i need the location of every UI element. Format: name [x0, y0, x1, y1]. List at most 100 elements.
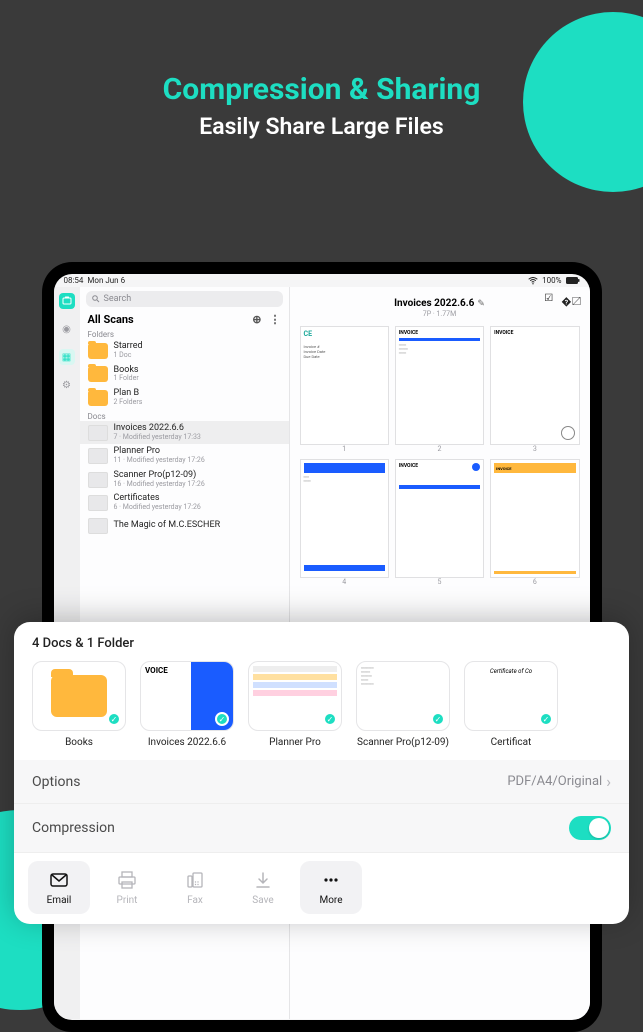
page-thumb[interactable]: INVOICE━━━━━━━━━━━━━ — [395, 326, 484, 445]
page-number: 4 — [300, 578, 389, 586]
doc-sub: 7 · Modified yesterday 17:33 — [114, 434, 201, 442]
list-item[interactable]: The Magic of M.C.ESCHER — [80, 515, 289, 537]
list-item[interactable]: Scanner Pro(p12-09)16 · Modified yesterd… — [80, 468, 289, 492]
battery-pct: 100% — [542, 276, 561, 285]
share-item-label: Scanner Pro(p12-09) — [357, 737, 449, 748]
search-placeholder: Search — [104, 294, 132, 304]
share-item-thumb: VOICE✓ — [140, 661, 234, 731]
select-icon[interactable]: ☑ — [544, 293, 553, 308]
page-number: 6 — [490, 578, 579, 586]
doc-thumb — [88, 472, 108, 488]
share-item[interactable]: ✓ Books — [32, 661, 126, 748]
doc-subtitle: 7P · 1.77M — [290, 310, 590, 318]
battery-icon — [566, 277, 580, 284]
more-icon — [320, 869, 342, 891]
share-item-thumb: ✓ — [32, 661, 126, 731]
sidebar-item-cloud[interactable]: ◉ — [59, 321, 75, 337]
doc-thumb — [88, 495, 108, 511]
list-item[interactable]: Planner Pro11 · Modified yesterday 17:26 — [80, 444, 289, 468]
action-email[interactable]: Email — [28, 861, 90, 914]
print-icon — [116, 869, 138, 891]
check-badge-icon: ✓ — [107, 712, 121, 726]
action-label: Fax — [187, 895, 203, 906]
folder-sub: 2 Folders — [114, 399, 143, 407]
folder-icon — [51, 675, 107, 717]
page-grid: CEInvoice #Invoice DateDue Date1INVOICE━… — [290, 320, 590, 592]
page-thumb[interactable]: INVOICE — [395, 459, 484, 578]
doc-title: Invoices 2022.6.6 — [394, 298, 474, 309]
share-item-thumb: Certificate of Co✓ — [464, 661, 558, 731]
search-input[interactable]: Search — [86, 291, 283, 307]
sidebar-item-scanner[interactable] — [59, 293, 75, 309]
list-item[interactable]: Certificates6 · Modified yesterday 17:26 — [80, 491, 289, 515]
decor-corner-tr — [523, 12, 643, 192]
page-number: 3 — [490, 445, 579, 453]
action-more[interactable]: More — [300, 861, 362, 914]
mail-icon — [48, 869, 70, 891]
action-save[interactable]: Save — [232, 861, 294, 914]
doc-sub: 6 · Modified yesterday 17:26 — [114, 504, 201, 512]
share-item-thumb: ━━━━━━━━━━━━━━━━━━━━━━━━━━━━━✓ — [356, 661, 450, 731]
folders-section-label: Folders — [80, 330, 289, 339]
check-badge-icon: ✓ — [539, 712, 553, 726]
folder-icon — [88, 390, 108, 406]
compression-row: Compression — [14, 803, 629, 852]
page-number: 2 — [395, 445, 484, 453]
save-icon — [252, 869, 274, 891]
action-label: More — [319, 895, 342, 906]
list-item[interactable]: Books1 Folder — [80, 363, 289, 387]
doc-thumb — [88, 448, 108, 464]
share-item-label: Planner Pro — [269, 737, 321, 748]
page-thumb[interactable]: INVOICE — [490, 326, 579, 445]
share-item[interactable]: ━━━━━━━━━━━━━━━━━━━━━━━━━━━━━✓ Scanner Pr… — [356, 661, 450, 748]
sidebar-item-settings[interactable]: ⚙ — [59, 377, 75, 393]
share-sheet: 4 Docs & 1 Folder ✓ Books VOICE✓Invoices 2… — [14, 622, 629, 924]
share-item[interactable]: ✓Planner Pro — [248, 661, 342, 748]
doc-sub: 16 · Modified yesterday 17:26 — [114, 481, 205, 489]
search-icon — [92, 295, 100, 303]
fax-icon — [184, 869, 206, 891]
action-label: Email — [47, 895, 72, 906]
share-item-label: Certificat — [491, 737, 532, 748]
scan-icon[interactable]: �〼 — [561, 293, 581, 308]
action-fax[interactable]: Fax — [164, 861, 226, 914]
status-time: 08:54 — [64, 276, 84, 285]
list-item[interactable]: Invoices 2022.6.67 · Modified yesterday … — [80, 421, 289, 445]
status-bar: 08:54 Mon Jun 6 100% — [54, 274, 590, 287]
action-print[interactable]: Print — [96, 861, 158, 914]
page-thumb[interactable]: INVOICE — [490, 459, 579, 578]
doc-sub: 11 · Modified yesterday 17:26 — [114, 457, 205, 465]
options-label: Options — [32, 774, 80, 790]
list-title: All Scans — [88, 313, 134, 326]
status-date: Mon Jun 6 — [87, 276, 125, 285]
options-row[interactable]: Options PDF/A4/Original › — [14, 760, 629, 803]
list-item[interactable]: Starred1 Doc — [80, 339, 289, 363]
menu-icon[interactable]: ⋮ — [270, 313, 281, 326]
doc-name: The Magic of M.C.ESCHER — [114, 521, 221, 531]
compression-toggle[interactable] — [569, 816, 611, 840]
share-item-label: Books — [65, 737, 93, 748]
folder-sub: 1 Doc — [114, 352, 143, 360]
action-label: Save — [252, 895, 273, 906]
action-bar: Email Print Fax Save More — [14, 852, 629, 914]
chevron-right-icon: › — [606, 772, 611, 791]
new-folder-icon[interactable]: ⊕ — [252, 313, 261, 326]
list-item[interactable]: Plan B2 Folders — [80, 386, 289, 410]
share-item[interactable]: VOICE✓Invoices 2022.6.6 — [140, 661, 234, 748]
options-value: PDF/A4/Original — [507, 774, 602, 789]
doc-thumb — [88, 518, 108, 534]
sidebar-item-files[interactable]: ▦ — [59, 349, 75, 365]
share-item[interactable]: Certificate of Co✓ Certificat — [464, 661, 558, 748]
sheet-items[interactable]: ✓BooksVOICE✓Invoices 2022.6.6✓Planner Pr… — [14, 661, 629, 756]
doc-thumb — [88, 425, 108, 441]
docs-section-label: Docs — [80, 412, 289, 421]
folder-icon — [88, 366, 108, 382]
folder-icon — [88, 343, 108, 359]
page-thumb[interactable]: CEInvoice #Invoice DateDue Date — [300, 326, 389, 445]
check-badge-icon: ✓ — [323, 712, 337, 726]
sheet-title: 4 Docs & 1 Folder — [14, 636, 629, 661]
page-number: 1 — [300, 445, 389, 453]
edit-title-icon[interactable]: ✎ — [477, 299, 485, 309]
check-badge-icon: ✓ — [431, 712, 445, 726]
page-thumb[interactable]: ━━━━━━━ — [300, 459, 389, 578]
